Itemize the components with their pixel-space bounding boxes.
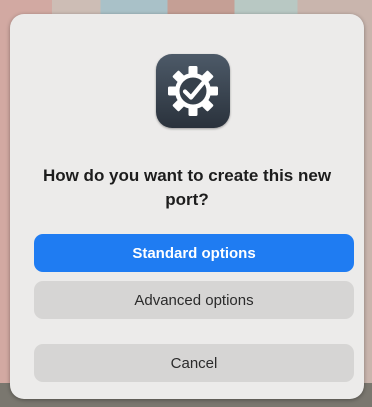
cancel-button[interactable]: Cancel	[34, 344, 354, 382]
create-port-dialog: How do you want to create this new port?…	[10, 14, 364, 399]
gear-checkmark-glyph	[168, 66, 218, 116]
cancel-label: Cancel	[170, 354, 218, 372]
standard-options-button[interactable]: Standard options	[34, 234, 354, 272]
advanced-options-button[interactable]: Advanced options	[34, 281, 354, 319]
standard-options-label: Standard options	[132, 244, 256, 262]
dialog-question: How do you want to create this new port?	[42, 166, 332, 209]
advanced-options-label: Advanced options	[134, 291, 254, 309]
gear-checkmark-icon	[156, 54, 230, 128]
